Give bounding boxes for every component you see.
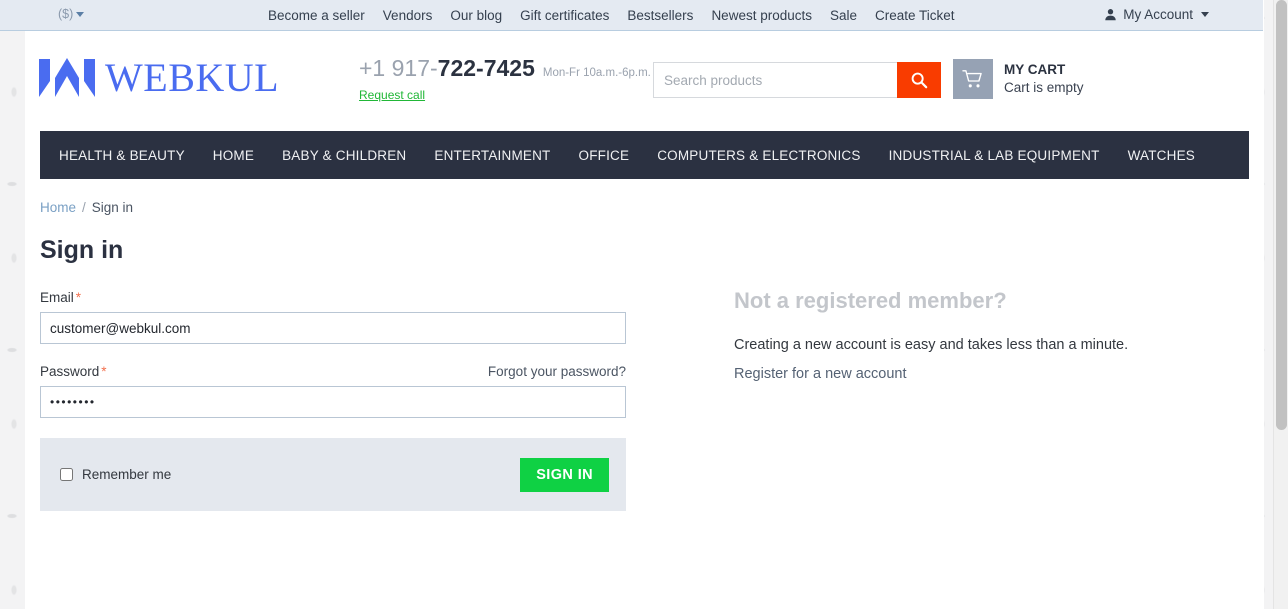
cart-widget[interactable]: MY CART Cart is empty xyxy=(953,59,1084,99)
search-button[interactable] xyxy=(897,62,941,98)
top-link-newest-products[interactable]: Newest products xyxy=(711,8,812,23)
top-link-become-a-seller[interactable]: Become a seller xyxy=(268,8,365,23)
breadcrumb-separator: / xyxy=(82,200,86,215)
email-label: Email * xyxy=(40,290,626,305)
scrollbar-thumb[interactable] xyxy=(1276,0,1287,430)
password-field-block: Password * Forgot your password? xyxy=(40,364,626,418)
breadcrumb-current: Sign in xyxy=(91,200,134,215)
register-callout: Not a registered member? Creating a new … xyxy=(734,290,1214,383)
register-description: Creating a new account is easy and takes… xyxy=(734,337,1129,353)
nav-item-entertainment[interactable]: ENTERTAINMENT xyxy=(434,148,550,163)
signin-actions-bar: Remember me SIGN IN xyxy=(40,438,626,511)
email-input[interactable] xyxy=(40,312,626,344)
signin-form: Email* Password* Forgot your password? R… xyxy=(40,290,626,511)
business-hours: Mon-Fr 10a.m.-6p.m. xyxy=(542,67,651,79)
required-marker: * xyxy=(75,290,82,305)
cart-status: Cart is empty xyxy=(1004,80,1084,95)
site-header: WEBKUL +1 917-722-7425 Mon-Fr 10a.m.-6p.m… xyxy=(25,31,1264,131)
page-title: Sign in xyxy=(40,236,124,264)
page-container: ($) Become a seller Vendors Our blog Gif… xyxy=(0,0,1264,609)
top-link-gift-certificates[interactable]: Gift certificates xyxy=(520,8,609,23)
cart-icon-box xyxy=(953,59,993,99)
page-scrollbar[interactable] xyxy=(1273,0,1288,609)
password-input[interactable] xyxy=(40,386,626,418)
cart-title: MY CART xyxy=(1004,61,1066,77)
currency-label: ($) xyxy=(58,7,74,21)
breadcrumb-home[interactable]: Home xyxy=(40,200,76,215)
my-account-label: My Account xyxy=(1123,7,1193,22)
required-marker: * xyxy=(101,364,107,379)
nav-item-home[interactable]: HOME xyxy=(213,148,254,163)
my-account-menu[interactable]: My Account xyxy=(1104,7,1209,22)
top-link-sale[interactable]: Sale xyxy=(830,8,857,23)
password-label-text: Password xyxy=(40,364,100,379)
email-field-block: Email * xyxy=(40,290,626,344)
nav-item-health-and-beauty[interactable]: HEALTH & BEAUTY xyxy=(59,148,185,163)
nav-item-watches[interactable]: WATCHES xyxy=(1128,148,1195,163)
chevron-down-icon xyxy=(1201,12,1209,17)
remember-me-control[interactable]: Remember me xyxy=(60,467,171,482)
webkul-logo-mark xyxy=(39,58,95,97)
nav-item-industrial-and-lab-equipment[interactable]: INDUSTRIAL & LAB EQUIPMENT xyxy=(889,148,1100,163)
top-link-vendors[interactable]: Vendors xyxy=(383,8,433,23)
logo-text: WEBKUL xyxy=(105,55,280,100)
chevron-down-icon xyxy=(76,12,85,17)
register-link[interactable]: Register for a new account xyxy=(734,366,906,382)
site-logo[interactable]: WEBKUL xyxy=(39,55,279,101)
shopping-cart-icon xyxy=(962,70,982,88)
search-icon xyxy=(911,72,928,89)
user-icon xyxy=(1105,9,1116,21)
top-links: Become a seller Vendors Our blog Gift ce… xyxy=(268,0,955,30)
password-label: Password * xyxy=(40,364,107,379)
main-navigation: HEALTH & BEAUTY HOME BABY & CHILDREN ENT… xyxy=(40,131,1249,179)
top-link-bestsellers[interactable]: Bestsellers xyxy=(627,8,693,23)
search-box xyxy=(653,62,941,98)
nav-item-computers-and-electronics[interactable]: COMPUTERS & ELECTRONICS xyxy=(657,148,860,163)
currency-selector[interactable]: ($) xyxy=(58,7,85,21)
phone-block: +1 917-722-7425 Mon-Fr 10a.m.-6p.m. Reque… xyxy=(359,57,659,104)
nav-item-office[interactable]: OFFICE xyxy=(579,148,630,163)
phone-prefix: +1 917- xyxy=(359,55,438,81)
breadcrumb: Home / Sign in xyxy=(40,200,1249,215)
phone-number: 722-7425 xyxy=(437,55,535,81)
nav-item-baby-and-children[interactable]: BABY & CHILDREN xyxy=(282,148,406,163)
request-call-link[interactable]: Request call xyxy=(359,88,425,102)
remember-me-checkbox[interactable] xyxy=(60,468,73,481)
forgot-password-link[interactable]: Forgot your password? xyxy=(488,364,626,379)
top-utility-bar: ($) Become a seller Vendors Our blog Gif… xyxy=(0,0,1263,31)
search-input[interactable] xyxy=(653,62,897,98)
register-title: Not a registered member? xyxy=(734,288,1007,313)
sign-in-button[interactable]: SIGN IN xyxy=(520,457,609,492)
page-content: Home/Sign in Sign in Email* Password* Fo… xyxy=(40,179,1249,511)
top-link-our-blog[interactable]: Our blog xyxy=(450,8,502,23)
email-label-text: Email xyxy=(40,290,74,305)
top-link-create-ticket[interactable]: Create Ticket xyxy=(875,8,955,23)
remember-me-label: Remember me xyxy=(82,467,172,482)
